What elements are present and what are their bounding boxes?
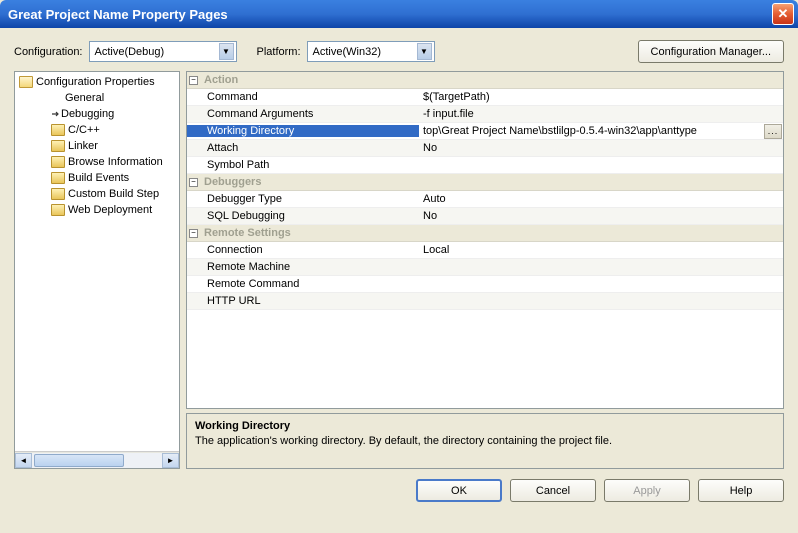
tree-panel: Configuration Properties General Debuggin… xyxy=(14,71,180,469)
property-row[interactable]: HTTP URL xyxy=(187,293,783,310)
property-name: Command xyxy=(187,91,419,103)
cancel-button[interactable]: Cancel xyxy=(510,479,596,502)
tree-item-label: Linker xyxy=(68,140,98,152)
ellipsis-button[interactable]: ... xyxy=(764,124,782,139)
group-title: Debuggers xyxy=(204,176,261,188)
property-value: No xyxy=(423,210,437,222)
tree-item[interactable]: Debugging xyxy=(15,106,179,122)
property-value: No xyxy=(423,142,437,154)
help-button[interactable]: Help xyxy=(698,479,784,502)
property-name: Attach xyxy=(187,142,419,154)
tree-item[interactable]: Custom Build Step xyxy=(15,186,179,202)
configuration-select[interactable]: Active(Debug) ▼ xyxy=(89,41,237,62)
folder-icon xyxy=(51,124,65,136)
configuration-manager-button[interactable]: Configuration Manager... xyxy=(638,40,784,63)
config-row: Configuration: Active(Debug) ▼ Platform:… xyxy=(14,40,784,63)
property-row[interactable]: SQL Debugging No xyxy=(187,208,783,225)
chevron-down-icon: ▼ xyxy=(417,43,432,60)
tree-item-label: Build Events xyxy=(68,172,129,184)
scroll-right-icon[interactable]: ► xyxy=(162,453,179,468)
folder-icon xyxy=(51,172,65,184)
tree-item[interactable]: Build Events xyxy=(15,170,179,186)
folder-icon xyxy=(51,140,65,152)
arrow-icon xyxy=(51,109,61,119)
configuration-label: Configuration: xyxy=(14,46,83,58)
platform-label: Platform: xyxy=(257,46,301,58)
tree-item-label: C/C++ xyxy=(68,124,100,136)
tree-item-label: Web Deployment xyxy=(68,204,152,216)
tree-item-label: Debugging xyxy=(61,108,114,120)
folder-open-icon xyxy=(19,76,33,88)
tree-item-label: General xyxy=(65,92,104,104)
scroll-left-icon[interactable]: ◄ xyxy=(15,453,32,468)
property-row[interactable]: Symbol Path xyxy=(187,157,783,174)
collapse-icon[interactable]: − xyxy=(189,76,198,85)
collapse-icon[interactable]: − xyxy=(189,178,198,187)
ok-button[interactable]: OK xyxy=(416,479,502,502)
group-header[interactable]: −Remote Settings xyxy=(187,225,783,242)
property-name: Connection xyxy=(187,244,419,256)
property-value: -f input.file xyxy=(423,108,474,120)
property-row[interactable]: Connection Local xyxy=(187,242,783,259)
property-row[interactable]: Remote Command xyxy=(187,276,783,293)
tree-item[interactable]: General xyxy=(15,90,179,106)
close-button[interactable]: ✕ xyxy=(772,3,794,25)
apply-button[interactable]: Apply xyxy=(604,479,690,502)
tree-item-label: Custom Build Step xyxy=(68,188,159,200)
titlebar: Great Project Name Property Pages ✕ xyxy=(0,0,798,28)
tree-item[interactable]: Linker xyxy=(15,138,179,154)
property-row[interactable]: Command Arguments -f input.file xyxy=(187,106,783,123)
collapse-icon[interactable]: − xyxy=(189,229,198,238)
property-name: SQL Debugging xyxy=(187,210,419,222)
dialog-buttons: OK Cancel Apply Help xyxy=(14,479,784,502)
tree-item[interactable]: C/C++ xyxy=(15,122,179,138)
description-title: Working Directory xyxy=(195,420,775,432)
group-header[interactable]: −Action xyxy=(187,72,783,89)
group-header[interactable]: −Debuggers xyxy=(187,174,783,191)
group-title: Remote Settings xyxy=(204,227,291,239)
description-text: The application's working directory. By … xyxy=(195,435,775,447)
tree-root[interactable]: Configuration Properties xyxy=(15,74,179,90)
property-row[interactable]: Debugger Type Auto xyxy=(187,191,783,208)
property-name: Working Directory xyxy=(187,125,419,137)
horizontal-scrollbar[interactable]: ◄ ► xyxy=(15,451,179,468)
group-title: Action xyxy=(204,74,238,86)
property-value: Local xyxy=(423,244,449,256)
property-grid: −ActionCommand$(TargetPath)Command Argum… xyxy=(186,71,784,409)
chevron-down-icon: ▼ xyxy=(219,43,234,60)
property-name: Command Arguments xyxy=(187,108,419,120)
property-name: Remote Command xyxy=(187,278,419,290)
close-icon: ✕ xyxy=(778,6,789,22)
property-value: $(TargetPath) xyxy=(423,91,490,103)
property-row[interactable]: Working Directory top\Great Project Name\… xyxy=(187,123,783,140)
tree: Configuration Properties General Debuggin… xyxy=(15,72,179,451)
property-name: Remote Machine xyxy=(187,261,419,273)
property-value: Auto xyxy=(423,193,446,205)
platform-select[interactable]: Active(Win32) ▼ xyxy=(307,41,435,62)
property-row[interactable]: Remote Machine xyxy=(187,259,783,276)
tree-item-label: Browse Information xyxy=(68,156,163,168)
description-panel: Working Directory The application's work… xyxy=(186,413,784,469)
property-name: Debugger Type xyxy=(187,193,419,205)
property-name: HTTP URL xyxy=(187,295,419,307)
window-title: Great Project Name Property Pages xyxy=(8,7,772,22)
tree-item[interactable]: Web Deployment xyxy=(15,202,179,218)
folder-icon xyxy=(51,156,65,168)
folder-icon xyxy=(51,188,65,200)
property-value: top\Great Project Name\bstlilgp-0.5.4-wi… xyxy=(423,125,697,137)
tree-item[interactable]: Browse Information xyxy=(15,154,179,170)
scrollbar-thumb[interactable] xyxy=(34,454,124,467)
property-row[interactable]: Command $(TargetPath) xyxy=(187,89,783,106)
property-row[interactable]: Attach No xyxy=(187,140,783,157)
folder-icon xyxy=(51,204,65,216)
property-name: Symbol Path xyxy=(187,159,419,171)
